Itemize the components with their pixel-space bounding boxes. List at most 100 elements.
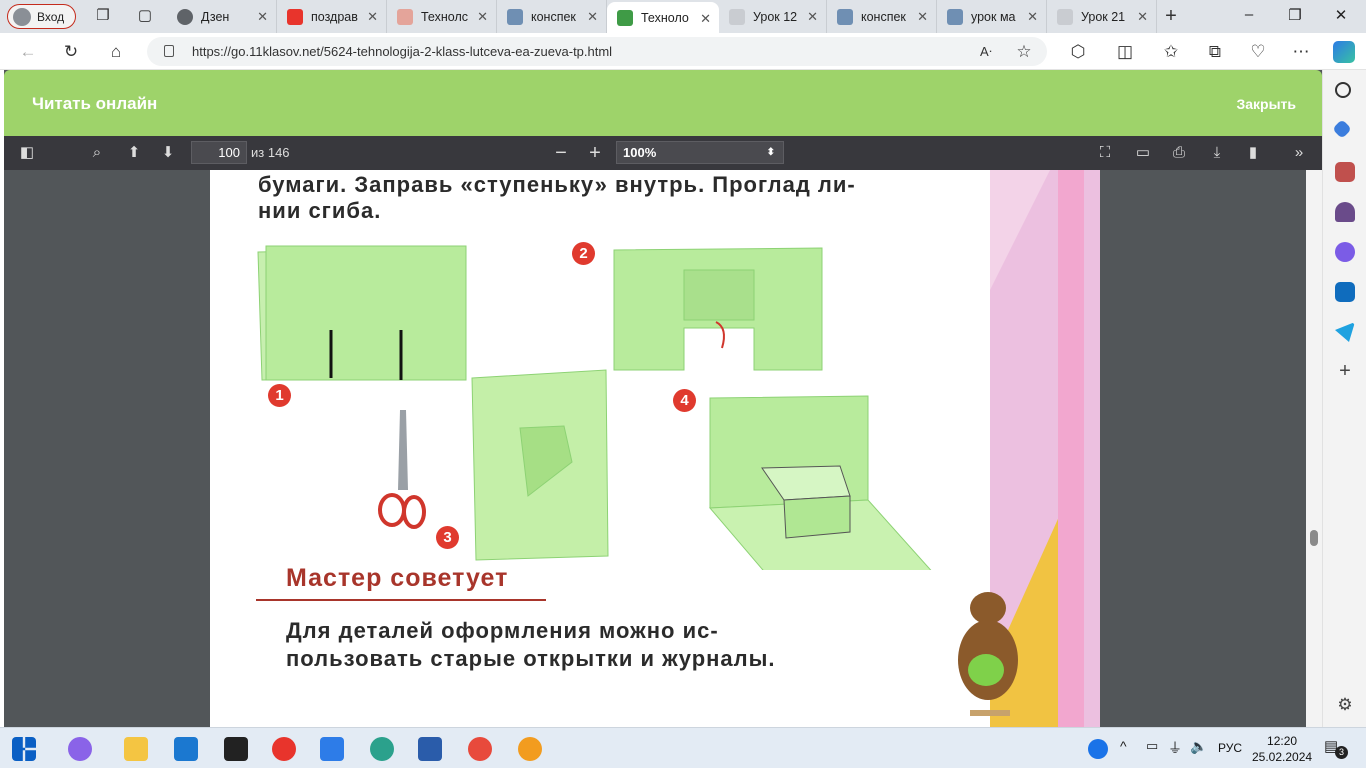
close-icon[interactable]: ✕ <box>700 11 711 27</box>
microsoft365-icon[interactable] <box>1335 242 1355 262</box>
dropdown-arrow-icon: ⬍ <box>766 147 775 158</box>
sidebar-toggle-icon[interactable]: ◧ <box>18 144 36 162</box>
mail-icon[interactable] <box>174 737 198 761</box>
new-tab-icon[interactable]: + <box>1162 6 1180 26</box>
bookmark-icon[interactable]: ▮ <box>1244 144 1262 162</box>
back-icon[interactable]: ← <box>17 41 39 63</box>
tab-1[interactable]: поздрав ✕ <box>277 0 387 33</box>
close-icon[interactable]: ✕ <box>257 9 268 25</box>
find-icon[interactable]: ⌕ <box>88 144 106 162</box>
outlook-icon[interactable] <box>1335 282 1355 302</box>
window-close-button[interactable]: ✕ <box>1318 6 1364 24</box>
tab-actions-icon[interactable]: ▢ <box>136 7 154 25</box>
send-icon[interactable] <box>1335 322 1355 342</box>
maximize-button[interactable]: ❐ <box>1272 6 1318 24</box>
extensions-icon[interactable]: ⬡ <box>1067 41 1089 63</box>
tab-4-active[interactable]: Техноло ✕ <box>607 2 719 33</box>
zoom-select[interactable]: 100% ⬍ <box>616 141 784 164</box>
close-icon[interactable]: ✕ <box>1137 9 1148 25</box>
tab-label: поздрав <box>311 9 358 24</box>
tab-favicon-icon <box>1057 8 1073 25</box>
address-bar: ← ↻ ⌂ https://go.11klasov.net/5624-tehno… <box>0 33 1366 70</box>
edge-icon[interactable] <box>370 737 394 761</box>
step-3-badge: 3 <box>436 526 459 549</box>
file-explorer-icon[interactable] <box>124 737 148 761</box>
step-2-badge: 2 <box>572 242 595 265</box>
step-1-badge: 1 <box>268 384 291 407</box>
close-icon[interactable]: ✕ <box>367 9 378 25</box>
step-4-badge: 4 <box>673 389 696 412</box>
close-icon[interactable]: ✕ <box>807 9 818 25</box>
zoom-in-icon[interactable]: + <box>586 143 604 163</box>
page-number-input[interactable]: 100 <box>191 141 247 164</box>
minimize-button[interactable]: – <box>1226 6 1272 23</box>
favorites-icon[interactable]: ✩ <box>1160 41 1182 63</box>
profile-button[interactable]: Вход <box>7 4 76 29</box>
games-icon[interactable] <box>1335 202 1355 222</box>
tab-2[interactable]: Технолс ✕ <box>387 0 497 33</box>
read-aloud-icon[interactable]: Aᐧ <box>975 41 997 63</box>
word-icon[interactable] <box>418 737 442 761</box>
volume-icon[interactable]: 🔈 <box>1190 738 1214 762</box>
favorite-star-icon[interactable]: ☆ <box>1013 41 1035 63</box>
copilot-icon[interactable] <box>1333 41 1355 63</box>
shopping-tag-icon[interactable] <box>1332 119 1352 139</box>
chevron-up-icon[interactable]: ^ <box>1120 738 1144 762</box>
url-field[interactable]: https://go.11klasov.net/5624-tehnologija… <box>147 37 1047 66</box>
clock[interactable]: 12:20 25.02.2024 <box>1252 733 1312 765</box>
open-file-icon[interactable]: ▭ <box>1134 144 1152 162</box>
yandex-browser-icon[interactable] <box>468 737 492 761</box>
amazon-icon[interactable] <box>224 737 248 761</box>
performance-icon[interactable]: ♡ <box>1247 41 1269 63</box>
reader-title: Читать онлайн <box>32 94 158 113</box>
more-menu-icon[interactable]: ⋯ <box>1290 41 1312 63</box>
refresh-icon[interactable]: ↻ <box>60 41 82 63</box>
zoom-value: 100% <box>623 145 657 160</box>
close-reader-button[interactable]: Закрыть <box>1236 96 1296 112</box>
tab-label: Урок 21 <box>1081 9 1126 24</box>
folding-steps-illustration <box>257 245 932 570</box>
notifications-icon[interactable]: ▤ 3 <box>1324 737 1348 759</box>
fullscreen-icon[interactable]: ⛶ <box>1096 144 1114 162</box>
tab-0[interactable]: Дзен ✕ <box>167 0 277 33</box>
player-icon[interactable] <box>518 737 542 761</box>
next-page-icon[interactable]: ⬇ <box>159 144 177 162</box>
dropbox-icon[interactable] <box>320 737 344 761</box>
close-icon[interactable]: ✕ <box>917 9 928 25</box>
collections-icon[interactable]: ⧉ <box>1204 41 1226 63</box>
settings-icon[interactable]: ⚙ <box>1335 695 1355 715</box>
zoom-out-icon[interactable]: − <box>552 143 570 163</box>
download-icon[interactable]: ⤓ <box>1208 144 1226 162</box>
tab-label: урок ма <box>971 9 1016 24</box>
scrollbar-thumb[interactable] <box>1310 530 1318 546</box>
add-icon[interactable]: + <box>1335 361 1355 382</box>
tools-menu-icon[interactable]: » <box>1290 144 1308 162</box>
tab-8[interactable]: Урок 21 ✕ <box>1047 0 1157 33</box>
search-icon[interactable] <box>1335 82 1351 98</box>
home-icon[interactable]: ⌂ <box>105 41 127 63</box>
close-icon[interactable]: ✕ <box>587 9 598 25</box>
tools-icon[interactable] <box>1335 162 1355 182</box>
start-icon[interactable] <box>12 737 36 761</box>
alice-icon[interactable] <box>68 737 92 761</box>
workspaces-icon[interactable]: ❐ <box>94 7 112 25</box>
close-icon[interactable]: ✕ <box>1027 9 1038 25</box>
print-icon[interactable]: ⎙ <box>1170 144 1188 162</box>
tab-5[interactable]: Урок 12 ✕ <box>719 0 827 33</box>
yandex-icon[interactable] <box>272 737 296 761</box>
help-icon[interactable] <box>1088 739 1108 759</box>
previous-page-icon[interactable]: ⬆ <box>125 144 143 162</box>
split-screen-icon[interactable]: ◫ <box>1114 41 1136 63</box>
lock-icon <box>164 45 174 57</box>
tab-6[interactable]: конспек ✕ <box>827 0 937 33</box>
tab-7[interactable]: урок ма ✕ <box>937 0 1047 33</box>
page-scrollbar[interactable] <box>1306 170 1322 727</box>
pdf-toolbar: ◧ ⌕ ⬆ ⬇ 100 из 146 − + 100% ⬍ ⛶ ▭ ⎙ ⤓ ▮ » <box>4 136 1322 170</box>
microphone-icon[interactable]: ⏚ <box>1168 738 1192 762</box>
page-count: из 146 <box>251 145 290 160</box>
language-indicator[interactable]: РУС <box>1218 741 1242 755</box>
close-icon[interactable]: ✕ <box>477 9 488 25</box>
advice-line-1: Для деталей оформления можно ис- <box>286 618 719 643</box>
tab-3[interactable]: конспек ✕ <box>497 0 607 33</box>
battery-icon[interactable]: ▭ <box>1146 738 1170 762</box>
